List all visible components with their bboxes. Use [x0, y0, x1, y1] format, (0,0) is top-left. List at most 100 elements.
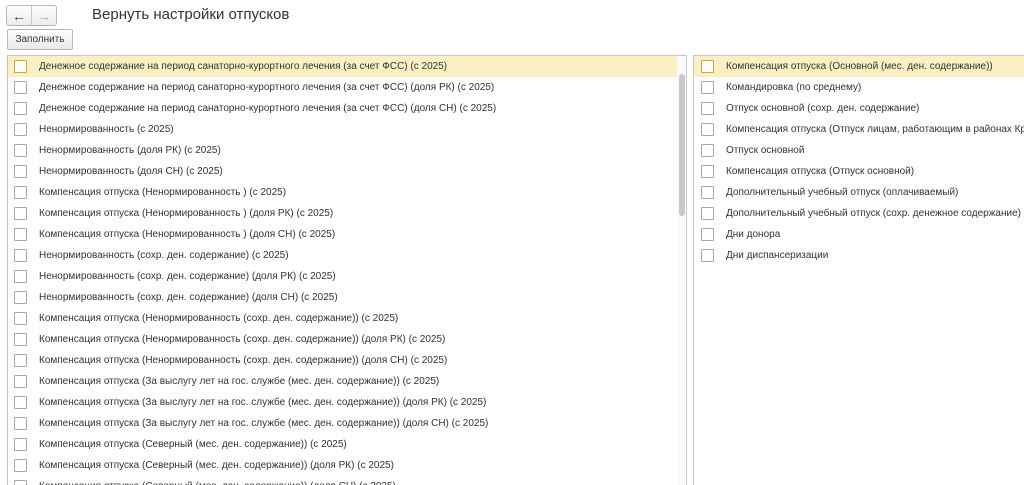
checkbox[interactable]	[14, 417, 27, 430]
list-item-label: Компенсация отпуска (Ненормированность )…	[39, 229, 336, 240]
list-item[interactable]: Компенсация отпуска (Ненормированность (…	[8, 350, 686, 371]
checkbox[interactable]	[14, 270, 27, 283]
checkbox[interactable]	[14, 375, 27, 388]
list-item[interactable]: Компенсация отпуска (Ненормированность (…	[8, 308, 686, 329]
list-item[interactable]: Дополнительный учебный отпуск (оплачивае…	[694, 182, 1024, 203]
checkbox[interactable]	[14, 333, 27, 346]
list-item[interactable]: Компенсация отпуска (Ненормированность )…	[8, 182, 686, 203]
list-item[interactable]: Компенсация отпуска (Северный (мес. ден.…	[8, 455, 686, 476]
list-item-label: Ненормированность (с 2025)	[39, 124, 174, 135]
list-item[interactable]: Дни диспансеризации	[694, 245, 1024, 266]
list-item[interactable]: Компенсация отпуска (Отпуск лицам, работ…	[694, 119, 1024, 140]
checkbox[interactable]	[701, 144, 714, 157]
list-item[interactable]: Ненормированность (с 2025)	[8, 119, 686, 140]
right-list: Компенсация отпуска (Основной (мес. ден.…	[694, 56, 1024, 266]
forward-arrow-icon[interactable]: →	[31, 6, 56, 25]
list-item-label: Дополнительный учебный отпуск (сохр. ден…	[726, 208, 1021, 219]
list-item-label: Компенсация отпуска (Ненормированность (…	[39, 334, 446, 345]
list-item[interactable]: Компенсация отпуска (За выслугу лет на г…	[8, 413, 686, 434]
list-item[interactable]: Дополнительный учебный отпуск (сохр. ден…	[694, 203, 1024, 224]
checkbox[interactable]	[701, 207, 714, 220]
list-item[interactable]: Денежное содержание на период санаторно-…	[8, 56, 686, 77]
checkbox[interactable]	[14, 186, 27, 199]
list-item[interactable]: Денежное содержание на период санаторно-…	[8, 77, 686, 98]
left-list-panel: Денежное содержание на период санаторно-…	[7, 55, 687, 485]
checkbox[interactable]	[14, 123, 27, 136]
list-item[interactable]: Компенсация отпуска (Основной (мес. ден.…	[694, 56, 1024, 77]
list-item-label: Отпуск основной (сохр. ден. содержание)	[726, 103, 920, 114]
checkbox[interactable]	[701, 102, 714, 115]
checkbox[interactable]	[701, 249, 714, 262]
list-item[interactable]: Ненормированность (доля СН) (с 2025)	[8, 161, 686, 182]
list-item-label: Ненормированность (сохр. ден. содержание…	[39, 250, 289, 261]
list-item-label: Компенсация отпуска (За выслугу лет на г…	[39, 418, 489, 429]
left-list-scrollbar[interactable]	[677, 56, 686, 485]
list-item[interactable]: Ненормированность (доля РК) (с 2025)	[8, 140, 686, 161]
checkbox[interactable]	[14, 165, 27, 178]
list-item-label: Компенсация отпуска (За выслугу лет на г…	[39, 376, 440, 387]
list-item[interactable]: Ненормированность (сохр. ден. содержание…	[8, 266, 686, 287]
list-item[interactable]: Компенсация отпуска (За выслугу лет на г…	[8, 392, 686, 413]
list-item-label: Дни донора	[726, 229, 781, 240]
checkbox[interactable]	[14, 291, 27, 304]
checkbox[interactable]	[14, 354, 27, 367]
list-item-label: Компенсация отпуска (Ненормированность )…	[39, 208, 334, 219]
checkbox[interactable]	[14, 249, 27, 262]
checkbox[interactable]	[14, 480, 27, 485]
checkbox[interactable]	[14, 312, 27, 325]
list-item-label: Компенсация отпуска (Основной (мес. ден.…	[726, 61, 993, 72]
list-item-label: Компенсация отпуска (Ненормированность (…	[39, 355, 448, 366]
list-item-label: Компенсация отпуска (Ненормированность (…	[39, 313, 399, 324]
list-item-label: Компенсация отпуска (Северный (мес. ден.…	[39, 460, 394, 471]
checkbox[interactable]	[701, 60, 714, 73]
list-item-label: Командировка (по среднему)	[726, 82, 862, 93]
list-item-label: Компенсация отпуска (Ненормированность )…	[39, 187, 287, 198]
fill-button[interactable]: Заполнить	[7, 29, 73, 50]
list-item-label: Денежное содержание на период санаторно-…	[39, 61, 448, 72]
list-item[interactable]: Компенсация отпуска (Северный (мес. ден.…	[8, 476, 686, 485]
list-item-label: Дни диспансеризации	[726, 250, 829, 261]
list-item-label: Компенсация отпуска (Отпуск основной)	[726, 166, 915, 177]
list-item[interactable]: Ненормированность (сохр. ден. содержание…	[8, 287, 686, 308]
list-item[interactable]: Компенсация отпуска (Северный (мес. ден.…	[8, 434, 686, 455]
list-item[interactable]: Компенсация отпуска (Ненормированность (…	[8, 329, 686, 350]
list-item-label: Ненормированность (сохр. ден. содержание…	[39, 271, 336, 282]
checkbox[interactable]	[701, 228, 714, 241]
page-title: Вернуть настройки отпусков	[92, 6, 290, 23]
list-item-label: Дополнительный учебный отпуск (оплачивае…	[726, 187, 959, 198]
list-item-label: Компенсация отпуска (За выслугу лет на г…	[39, 397, 487, 408]
list-item[interactable]: Дни донора	[694, 224, 1024, 245]
navigation-buttons: ← →	[6, 5, 57, 26]
checkbox[interactable]	[701, 81, 714, 94]
list-item[interactable]: Денежное содержание на период санаторно-…	[8, 98, 686, 119]
list-item[interactable]: Ненормированность (сохр. ден. содержание…	[8, 245, 686, 266]
list-item[interactable]: Командировка (по среднему)	[694, 77, 1024, 98]
checkbox[interactable]	[14, 102, 27, 115]
checkbox[interactable]	[14, 228, 27, 241]
list-item-label: Ненормированность (доля СН) (с 2025)	[39, 166, 223, 177]
list-item[interactable]: Компенсация отпуска (За выслугу лет на г…	[8, 371, 686, 392]
checkbox[interactable]	[14, 396, 27, 409]
list-item-label: Ненормированность (сохр. ден. содержание…	[39, 292, 338, 303]
checkbox[interactable]	[14, 144, 27, 157]
list-item-label: Компенсация отпуска (Северный (мес. ден.…	[39, 439, 347, 450]
right-list-panel: Компенсация отпуска (Основной (мес. ден.…	[693, 55, 1024, 485]
list-item[interactable]: Компенсация отпуска (Отпуск основной)	[694, 161, 1024, 182]
checkbox[interactable]	[701, 186, 714, 199]
checkbox[interactable]	[701, 165, 714, 178]
list-item-label: Денежное содержание на период санаторно-…	[39, 82, 495, 93]
scroll-thumb[interactable]	[679, 74, 685, 216]
checkbox[interactable]	[14, 207, 27, 220]
checkbox[interactable]	[701, 123, 714, 136]
checkbox[interactable]	[14, 459, 27, 472]
list-item[interactable]: Компенсация отпуска (Ненормированность )…	[8, 203, 686, 224]
checkbox[interactable]	[14, 81, 27, 94]
list-item[interactable]: Компенсация отпуска (Ненормированность )…	[8, 224, 686, 245]
list-item-label: Компенсация отпуска (Отпуск лицам, работ…	[726, 124, 1024, 135]
checkbox[interactable]	[14, 60, 27, 73]
list-item[interactable]: Отпуск основной	[694, 140, 1024, 161]
back-arrow-icon[interactable]: ←	[7, 6, 31, 25]
checkbox[interactable]	[14, 438, 27, 451]
list-item[interactable]: Отпуск основной (сохр. ден. содержание)	[694, 98, 1024, 119]
list-item-label: Отпуск основной	[726, 145, 805, 156]
